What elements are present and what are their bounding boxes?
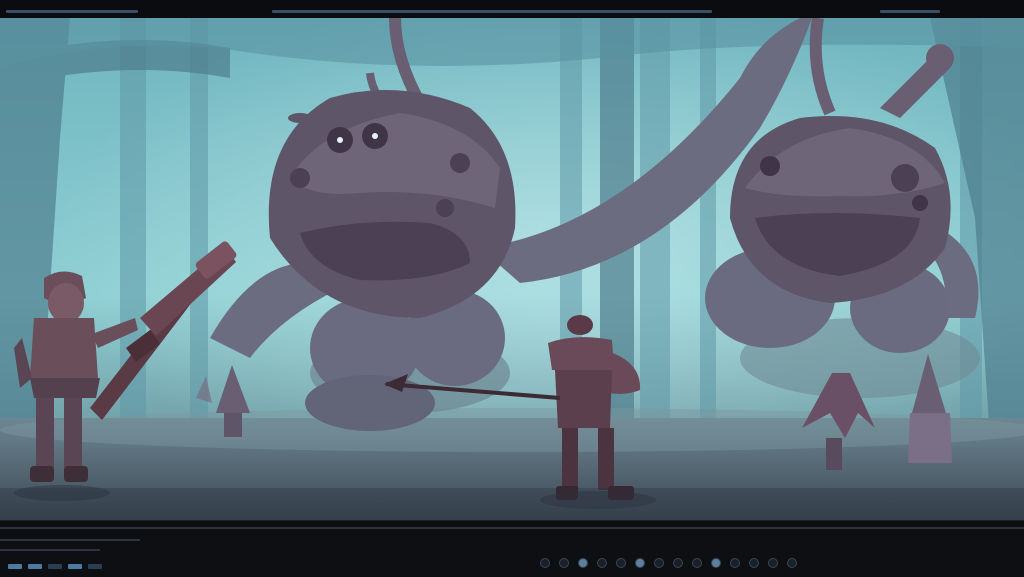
- timeline-track: [0, 527, 1024, 529]
- dock-app-icon[interactable]: [787, 558, 797, 568]
- status-indicator: [28, 564, 42, 569]
- status-indicator: [88, 564, 102, 569]
- dock-app-icon[interactable]: [616, 558, 626, 568]
- timeline-track-short: [0, 549, 100, 551]
- taskbar-dock: [540, 556, 797, 570]
- status-indicator: [48, 564, 62, 569]
- dock-app-icon[interactable]: [692, 558, 702, 568]
- dock-app-icon[interactable]: [730, 558, 740, 568]
- dock-app-icon[interactable]: [711, 558, 721, 568]
- status-indicator: [8, 564, 22, 569]
- status-indicator: [68, 564, 82, 569]
- dock-app-icon[interactable]: [654, 558, 664, 568]
- dock-app-icon[interactable]: [635, 558, 645, 568]
- top-window-bar: [0, 0, 1024, 18]
- status-tray: [8, 564, 102, 569]
- dock-app-icon[interactable]: [749, 558, 759, 568]
- top-bar-segment: [6, 10, 138, 13]
- top-bar-segment: [272, 10, 712, 13]
- ground-shadow: [0, 488, 1024, 520]
- dock-app-icon[interactable]: [673, 558, 683, 568]
- dock-app-icon[interactable]: [540, 558, 550, 568]
- bottom-panel: [0, 520, 1024, 577]
- dock-app-icon[interactable]: [559, 558, 569, 568]
- top-bar-segment: [880, 10, 940, 13]
- timeline-track-short: [0, 539, 140, 541]
- dock-app-icon[interactable]: [578, 558, 588, 568]
- dock-app-icon[interactable]: [597, 558, 607, 568]
- ground-mist: [0, 408, 1024, 452]
- game-viewport[interactable]: [0, 18, 1024, 520]
- dock-app-icon[interactable]: [768, 558, 778, 568]
